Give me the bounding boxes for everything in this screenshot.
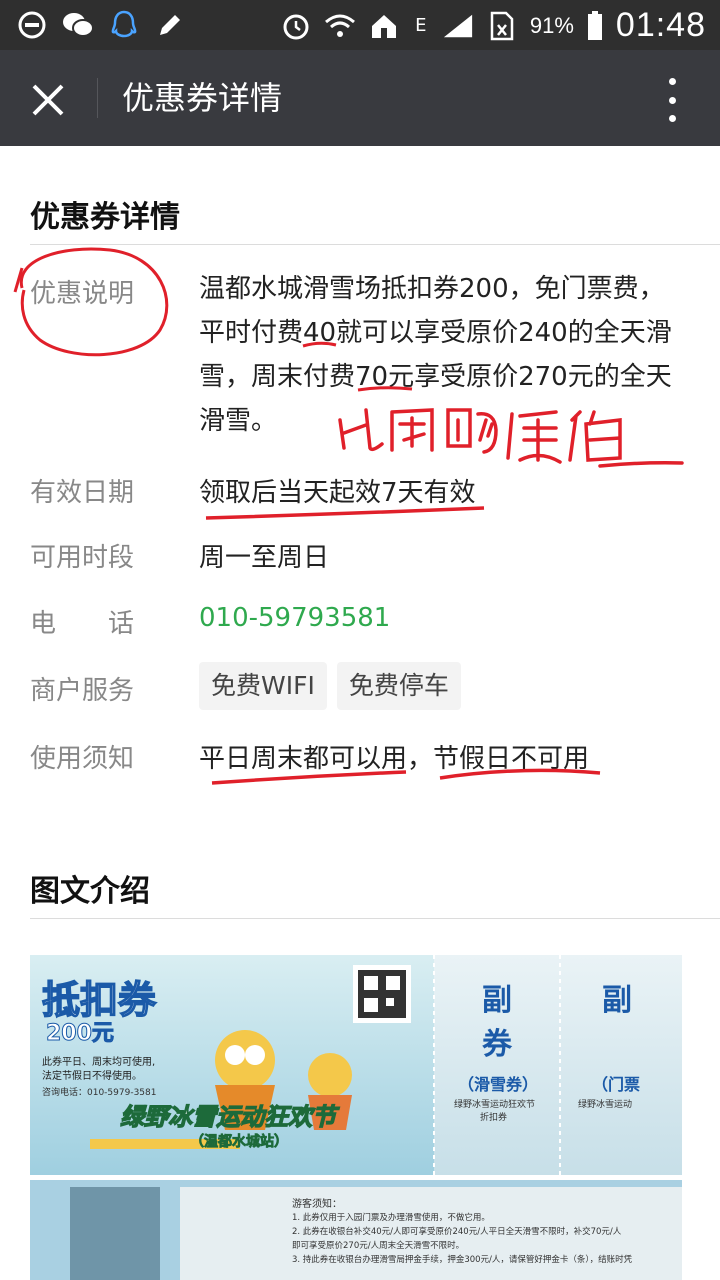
wifi-icon bbox=[324, 10, 356, 42]
poster-subbanner: （温都水城站） bbox=[190, 1134, 289, 1151]
poster-rule: 1. 此券仅用于入园门票及办理滑雪使用，不做它用。 bbox=[292, 1213, 490, 1223]
do-not-disturb-icon bbox=[16, 9, 48, 41]
close-button[interactable] bbox=[20, 72, 76, 128]
more-vertical-icon bbox=[668, 78, 676, 85]
annotation-tick bbox=[13, 267, 24, 293]
poster-rule: 即可享受原价270元/人周末全天滑雪不限时。 bbox=[292, 1241, 465, 1251]
network-type-label: E bbox=[415, 15, 427, 36]
merchant-services-label: 商户服务 bbox=[30, 676, 135, 706]
description-line: 温都水城滑雪场抵扣券200，免门票费， bbox=[199, 274, 665, 304]
stub-1-caption: 绿野冰雪运动狂欢节 bbox=[454, 1100, 536, 1110]
title-divider bbox=[97, 78, 98, 118]
available-hours-label: 可用时段 bbox=[30, 543, 135, 573]
usage-notes-value: 平日周末都可以用，节假日不可用 bbox=[199, 744, 590, 774]
tag-free-parking: 免费停车 bbox=[336, 662, 461, 710]
poster-note: 此券平日、周末均可使用, bbox=[42, 1057, 156, 1068]
close-icon bbox=[32, 84, 64, 116]
stub-2-title: 副 bbox=[602, 983, 632, 1018]
divider bbox=[30, 244, 720, 245]
tag-free-wifi: 免费WIFI bbox=[199, 662, 327, 710]
poster-rule: 2. 此券在收银台补交40元/人即可享受原价240元/人平日全天滑雪不限时，补交… bbox=[292, 1227, 622, 1237]
poster-rules-title: 游客须知： bbox=[292, 1199, 342, 1210]
title-bar: 优惠券详情 bbox=[0, 50, 720, 146]
coupon-photo: 抵扣券 200元 此券平日、周末均可使用, 法定节假日不得使用。 咨询电话：01… bbox=[30, 955, 682, 1280]
description-line: 平时付费40就可以享受原价240的全天滑 bbox=[199, 318, 672, 348]
validity-label: 有效日期 bbox=[30, 478, 135, 508]
description-line: 雪，周末付费70元享受原价270元的全天 bbox=[199, 362, 672, 392]
stub-1-sub: （滑雪券） bbox=[458, 1075, 539, 1094]
more-button[interactable] bbox=[660, 76, 684, 124]
merchant-services-tags: 免费WIFI 免费停车 bbox=[199, 662, 471, 710]
discount-label: 优惠说明 bbox=[30, 279, 135, 309]
validity-value: 领取后当天起效7天有效 bbox=[199, 478, 476, 508]
poster-amount: 200元 bbox=[46, 1021, 115, 1047]
stub-1-title: 副 bbox=[482, 983, 512, 1018]
divider bbox=[30, 918, 720, 919]
phone-link[interactable]: 010-59793581 bbox=[199, 603, 390, 633]
status-bar: E 91% 01:48 bbox=[0, 0, 720, 50]
poster-note: 法定节假日不得使用。 bbox=[42, 1071, 142, 1082]
usage-notes-label: 使用须知 bbox=[30, 744, 135, 774]
pencil-icon bbox=[154, 9, 186, 41]
poster-banner: 绿野冰雪运动狂欢节 bbox=[119, 1102, 336, 1131]
phone-label: 电 话 bbox=[30, 609, 135, 639]
alarm-icon bbox=[280, 10, 312, 42]
page-title: 优惠券详情 bbox=[122, 79, 283, 117]
sim-card-icon bbox=[486, 10, 518, 42]
intro-section-title: 图文介绍 bbox=[30, 874, 150, 909]
annotation-underline bbox=[205, 506, 485, 520]
stub-2-sub: （门票 bbox=[592, 1075, 641, 1094]
battery-percent: 91% bbox=[529, 12, 574, 38]
clock: 01:48 bbox=[615, 6, 706, 44]
home-icon bbox=[368, 10, 400, 42]
qq-icon bbox=[108, 9, 140, 41]
discount-description: 温都水城滑雪场抵扣券200，免门票费， 平时付费40就可以享受原价240的全天滑… bbox=[199, 267, 689, 443]
description-line: 滑雪。 bbox=[199, 406, 278, 436]
details-section-title: 优惠券详情 bbox=[30, 200, 180, 235]
wechat-icon bbox=[62, 9, 94, 41]
signal-icon bbox=[442, 10, 474, 42]
stub-1-title: 券 bbox=[482, 1027, 512, 1062]
battery-icon bbox=[586, 10, 604, 42]
available-hours-value: 周一至周日 bbox=[199, 543, 330, 573]
stub-1-caption: 折扣券 bbox=[480, 1113, 508, 1123]
stub-2-caption: 绿野冰雪运动 bbox=[578, 1100, 633, 1110]
poster-rules: 1. 此券仅用于入园门票及办理滑雪使用，不做它用。 2. 此券在收银台补交40元… bbox=[292, 1211, 677, 1267]
poster-rule: 3. 持此券在收银台办理滑雪局押金手续，押金300元/人，请保管好押金卡（条），… bbox=[292, 1255, 633, 1265]
